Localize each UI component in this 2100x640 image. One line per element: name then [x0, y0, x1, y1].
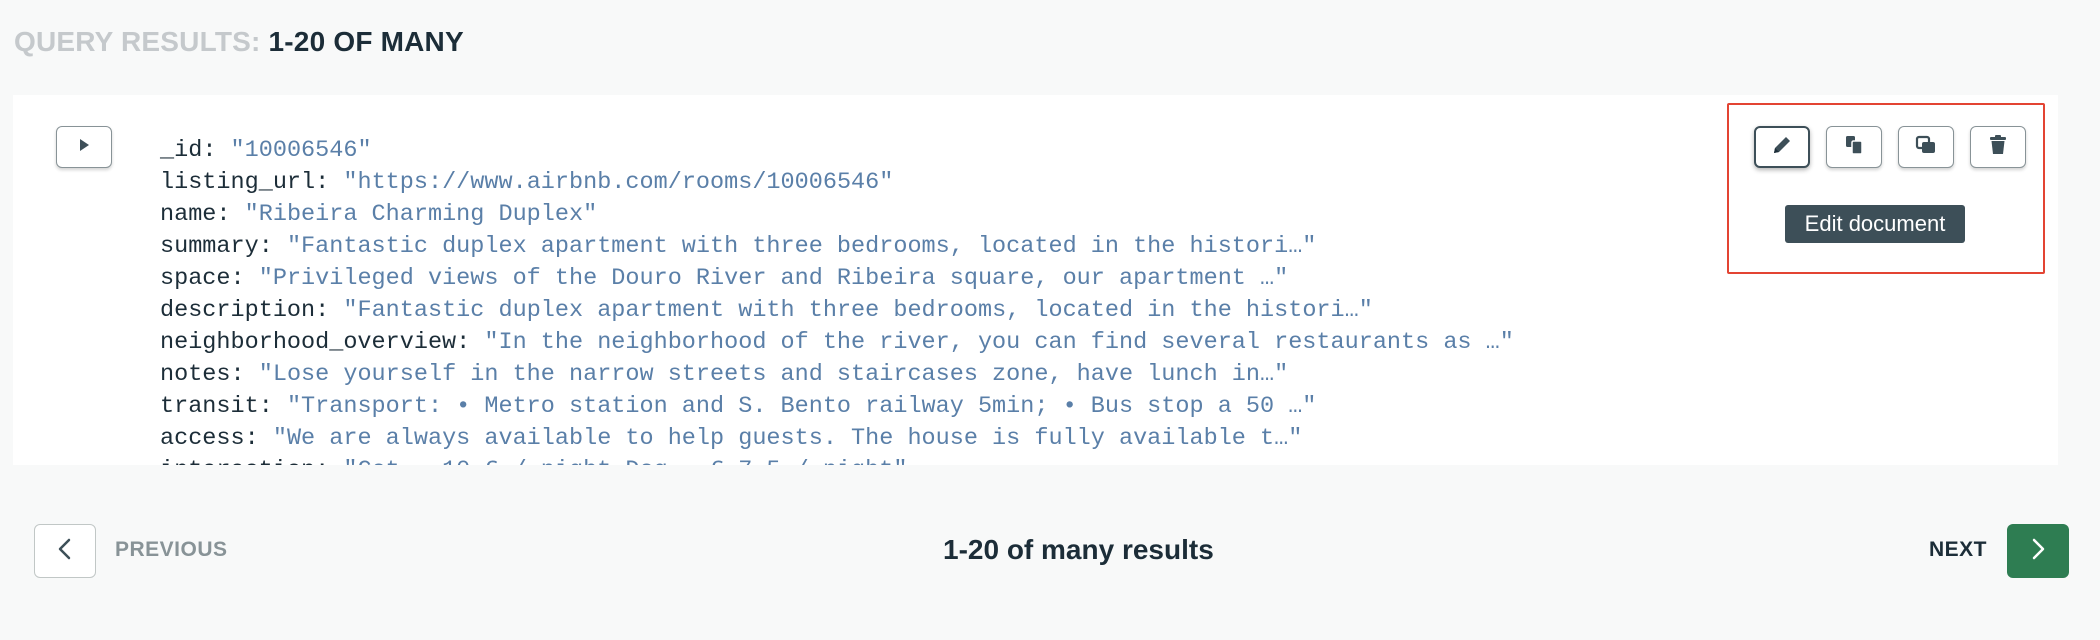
field-value: "Ribeira Charming Duplex" — [244, 201, 598, 228]
clone-icon — [1914, 133, 1938, 162]
field-key: transit — [160, 393, 259, 420]
field-value: "10006546" — [230, 137, 372, 164]
field-key: interaction — [160, 457, 315, 465]
field-value: "Cot - 10 € / night Dog - € 7,5 / night" — [343, 457, 907, 465]
field-value: "Transport: • Metro station and S. Bento… — [286, 393, 1317, 420]
copy-document-button[interactable] — [1826, 126, 1882, 168]
edit-document-button[interactable] — [1754, 126, 1810, 168]
query-results-page: QUERY RESULTS: 1-20 OF MANY _id: "100065… — [0, 0, 2100, 640]
field-value: "We are always available to help guests.… — [272, 425, 1303, 452]
previous-page-button[interactable] — [34, 524, 96, 578]
field-value: "Privileged views of the Douro River and… — [258, 265, 1289, 292]
delete-document-button[interactable] — [1970, 126, 2026, 168]
document-fields: _id: "10006546" listing_url: "https://www… — [160, 135, 1514, 465]
field-key: listing_url — [160, 169, 316, 196]
next-label[interactable]: NEXT — [1929, 538, 1987, 562]
document-field-row: access: "We are always available to help… — [160, 425, 1303, 452]
document-field-row: neighborhood_overview: "In the neighborh… — [160, 329, 1514, 356]
field-key: _id — [160, 137, 203, 164]
field-value: "Lose yourself in the narrow streets and… — [258, 361, 1289, 388]
results-header-range: 1-20 OF MANY — [268, 26, 464, 57]
field-key: name — [160, 201, 217, 228]
pagination-bar: PREVIOUS 1-20 of many results NEXT — [0, 520, 2100, 582]
chevron-left-icon — [56, 537, 74, 566]
clone-document-button[interactable] — [1898, 126, 1954, 168]
document-field-row: _id: "10006546" — [160, 137, 372, 164]
field-key: summary — [160, 233, 259, 260]
field-key: space — [160, 265, 231, 292]
copy-icon — [1842, 133, 1866, 162]
play-triangle-icon — [77, 137, 91, 158]
results-summary: 1-20 of many results — [943, 534, 1214, 565]
chevron-right-icon — [2029, 537, 2047, 566]
document-field-row: listing_url: "https://www.airbnb.com/roo… — [160, 169, 894, 196]
previous-label[interactable]: PREVIOUS — [115, 538, 228, 562]
next-page-button[interactable] — [2007, 524, 2069, 578]
field-value: "In the neighborhood of the river, you c… — [484, 329, 1514, 356]
field-value: "Fantastic duplex apartment with three b… — [343, 297, 1373, 324]
trash-icon — [1986, 133, 2010, 162]
results-header-prefix: QUERY RESULTS: — [14, 26, 261, 57]
field-key: notes — [160, 361, 231, 388]
expand-document-button[interactable] — [56, 126, 112, 168]
pencil-icon — [1770, 133, 1794, 162]
document-field-row: notes: "Lose yourself in the narrow stre… — [160, 361, 1289, 388]
field-key: neighborhood_overview — [160, 329, 457, 356]
field-key: access — [160, 425, 245, 452]
document-field-row: interaction: "Cot - 10 € / night Dog - €… — [160, 455, 1514, 465]
query-results-header: QUERY RESULTS: 1-20 OF MANY — [14, 26, 464, 58]
edit-document-tooltip: Edit document — [1785, 205, 1965, 243]
document-field-row: description: "Fantastic duplex apartment… — [160, 297, 1373, 324]
document-field-row: space: "Privileged views of the Douro Ri… — [160, 265, 1289, 292]
field-key: description — [160, 297, 316, 324]
document-field-row: summary: "Fantastic duplex apartment wit… — [160, 233, 1317, 260]
document-field-row: name: "Ribeira Charming Duplex" — [160, 201, 598, 228]
document-field-row: transit: "Transport: • Metro station and… — [160, 393, 1317, 420]
field-value: "https://www.airbnb.com/rooms/10006546" — [343, 169, 894, 196]
field-value: "Fantastic duplex apartment with three b… — [286, 233, 1317, 260]
